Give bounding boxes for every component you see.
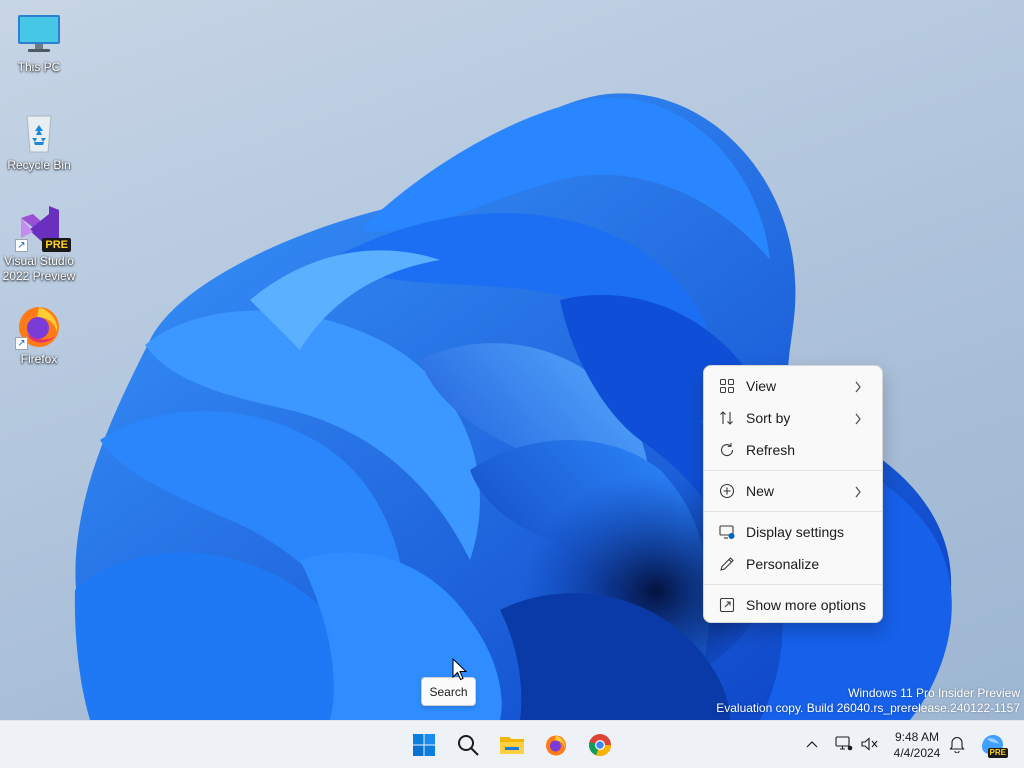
volume-button[interactable] bbox=[859, 733, 881, 755]
search-icon bbox=[458, 735, 479, 756]
copilot-button[interactable]: PRE bbox=[978, 733, 1008, 758]
menu-item-label: Sort by bbox=[746, 410, 791, 426]
sort-icon bbox=[718, 409, 736, 427]
refresh-icon bbox=[718, 441, 736, 459]
taskbar-clock[interactable]: 9:48 AM 4/4/2024 bbox=[886, 729, 948, 761]
show-hidden-icons-button[interactable] bbox=[801, 733, 823, 755]
taskbar: 9:48 AM 4/4/2024 PRE bbox=[0, 720, 1024, 768]
menu-item-label: New bbox=[746, 483, 775, 499]
recycle-bin-icon bbox=[15, 108, 63, 156]
desktop-icon-firefox[interactable]: ↗ Firefox bbox=[0, 302, 78, 367]
pen-icon bbox=[718, 555, 736, 573]
visual-studio-preview-icon: PRE ↗ bbox=[15, 204, 71, 252]
menu-separator bbox=[704, 470, 882, 471]
shortcut-arrow-icon: ↗ bbox=[15, 337, 28, 350]
chevron-right-icon bbox=[854, 412, 864, 425]
start-button[interactable] bbox=[405, 726, 443, 764]
desktop-icon-label: This PC bbox=[17, 60, 61, 74]
menu-item-label: View bbox=[746, 378, 777, 394]
pre-badge: PRE bbox=[42, 238, 71, 252]
menu-item-label: Show more options bbox=[746, 597, 866, 613]
firefox-taskbar-button[interactable] bbox=[537, 726, 575, 764]
start-icon bbox=[413, 734, 435, 756]
menu-separator bbox=[704, 511, 882, 512]
chrome-icon bbox=[589, 734, 612, 757]
plus-circle-icon bbox=[718, 482, 736, 500]
copilot-pre-badge: PRE bbox=[987, 748, 1008, 758]
menu-item-refresh[interactable]: Refresh bbox=[708, 434, 878, 466]
desktop-icon-visual-studio[interactable]: PRE ↗ Visual Studio 2022 Preview bbox=[0, 204, 78, 284]
show-more-icon bbox=[718, 596, 736, 614]
desktop[interactable]: This PC Recycle Bin PRE ↗ Visual Studio … bbox=[0, 0, 1024, 720]
display-settings-icon bbox=[718, 523, 736, 541]
desktop-icon-recycle-bin[interactable]: Recycle Bin bbox=[0, 108, 78, 173]
menu-item-sort-by[interactable]: Sort by bbox=[708, 402, 878, 434]
build-watermark: Windows 11 Pro Insider Preview Evaluatio… bbox=[716, 686, 1020, 716]
menu-separator bbox=[704, 584, 882, 585]
chevron-right-icon bbox=[854, 485, 864, 498]
mouse-pointer-icon bbox=[452, 658, 468, 681]
desktop-icon-this-pc[interactable]: This PC bbox=[0, 10, 78, 75]
desktop-icon-label: Visual Studio 2022 Preview bbox=[2, 254, 76, 283]
watermark-line-build: Evaluation copy. Build 26040.rs_prerelea… bbox=[716, 701, 1020, 715]
chevron-up-icon bbox=[806, 741, 818, 748]
file-explorer-icon bbox=[500, 737, 524, 754]
chrome-taskbar-button[interactable] bbox=[581, 726, 619, 764]
notification-bell-icon bbox=[949, 737, 965, 753]
menu-item-label: Display settings bbox=[746, 524, 845, 540]
desktop-context-menu: View Sort by Refresh New Display setting… bbox=[703, 365, 883, 623]
menu-item-label: Personalize bbox=[746, 556, 820, 572]
desktop-icon-label: Firefox bbox=[20, 352, 58, 366]
menu-item-new[interactable]: New bbox=[708, 475, 878, 507]
menu-item-show-more-options[interactable]: Show more options bbox=[708, 589, 878, 621]
search-button[interactable] bbox=[449, 726, 487, 764]
network-icon bbox=[835, 736, 853, 751]
network-button[interactable] bbox=[833, 733, 855, 755]
monitor-icon bbox=[15, 10, 63, 58]
menu-item-label: Refresh bbox=[746, 442, 796, 458]
menu-item-personalize[interactable]: Personalize bbox=[708, 548, 878, 580]
grid-icon bbox=[718, 377, 736, 395]
firefox-icon bbox=[546, 735, 566, 756]
chevron-right-icon bbox=[854, 380, 864, 393]
file-explorer-button[interactable] bbox=[493, 726, 531, 764]
shortcut-arrow-icon: ↗ bbox=[15, 239, 28, 252]
notification-button[interactable] bbox=[946, 733, 968, 755]
menu-item-display-settings[interactable]: Display settings bbox=[708, 516, 878, 548]
clock-date: 4/4/2024 bbox=[893, 746, 941, 760]
clock-time: 9:48 AM bbox=[894, 730, 940, 744]
firefox-icon: ↗ bbox=[15, 302, 63, 350]
watermark-line-edition: Windows 11 Pro Insider Preview bbox=[848, 686, 1020, 700]
menu-item-view[interactable]: View bbox=[708, 370, 878, 402]
desktop-icon-label: Recycle Bin bbox=[7, 158, 71, 172]
volume-muted-icon bbox=[861, 737, 878, 751]
